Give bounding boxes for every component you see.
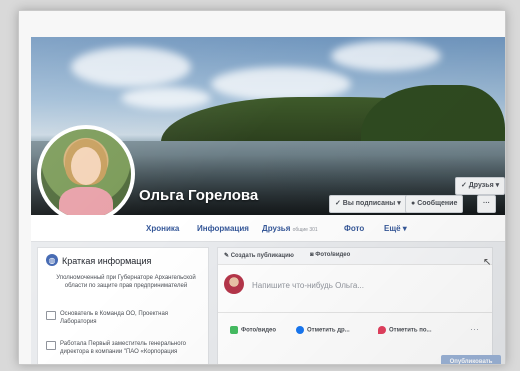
composer-divider [218,312,492,313]
intro-card: ◍ Краткая информация Уполномоченный при … [37,247,209,364]
intro-work-line: Основатель в Команда ОО, Проектная [60,311,169,317]
intro-bio: Уполномоченный при Губернаторе Архангель… [46,274,206,290]
composer-header: ✎ Создать публикацию ◙ Фото/видео [218,248,492,265]
cloud [331,41,441,71]
create-post-label: Создать публикацию [230,253,294,259]
intro-work-line: директора в компании "ПАО «Корпорация [60,349,178,355]
tab-photos[interactable]: Фото [344,224,364,233]
message-icon: ● [411,200,416,207]
profile-tabs: Хроника Информация Друзья общие 301 Фото… [31,215,505,242]
photo-frame: Ольга Горелова ✓ Друзья ▾ ✓ Вы подписаны… [18,10,506,365]
pencil-icon: ✎ [224,253,230,259]
add-photo-video-button[interactable]: Фото/видео [230,326,276,334]
composer-more-icon[interactable]: ··· [470,324,479,334]
tag-friends-icon [296,326,304,334]
globe-icon: ◍ [46,254,58,266]
intro-bio-line: области по защите прав предпринимателей [64,283,188,289]
profile-picture[interactable] [37,125,135,223]
post-composer: ✎ Создать публикацию ◙ Фото/видео Напиши… [217,247,493,364]
briefcase-icon [46,311,56,320]
intro-work-1[interactable]: Основатель в Команда ОО, Проектная Лабор… [60,310,205,326]
more-options-button[interactable]: ··· [477,195,496,213]
intro-work-line: Лаборатория [60,319,97,325]
intro-title: Краткая информация [62,256,152,266]
photo-video-tab[interactable]: ◙ Фото/видео [310,252,350,258]
intro-work-2[interactable]: Работала Первый заместитель генерального… [60,340,205,356]
post-input[interactable]: Напишите что-нибудь Ольга... [252,281,364,290]
tab-friends-label: Друзья [262,224,291,233]
briefcase-icon [46,341,56,350]
tab-friends[interactable]: Друзья общие 301 [262,224,318,233]
create-post-tab[interactable]: ✎ Создать публикацию [224,252,294,259]
tab-about[interactable]: Информация [197,224,249,233]
cloud [121,87,211,109]
tag-friends-label: Отметить др... [307,327,350,334]
add-photo-video-label: Фото/видео [241,327,277,334]
photo-icon [230,326,238,334]
check-in-label: Отметить по... [389,327,432,334]
face [71,147,101,185]
check-in-button[interactable]: Отметить по... [378,326,432,334]
profile-name[interactable]: Ольга Горелова [139,187,258,204]
cloud [211,67,351,101]
tab-timeline[interactable]: Хроника [146,224,179,233]
message-button[interactable]: ● Сообщение [405,195,464,213]
mutual-friends-count: общие 301 [292,227,318,233]
facebook-profile-screen: Ольга Горелова ✓ Друзья ▾ ✓ Вы подписаны… [31,37,505,364]
camera-icon: ◙ [310,252,314,258]
location-pin-icon [378,326,386,334]
publish-button[interactable]: Опубликовать [441,355,501,364]
composer-avatar [224,274,244,294]
treeline [361,85,505,147]
message-label: Сообщение [417,200,458,207]
intro-bio-line: Уполномоченный при Губернаторе Архангель… [56,275,196,281]
friends-button[interactable]: ✓ Друзья ▾ [455,177,505,195]
following-button[interactable]: ✓ Вы подписаны ▾ [329,195,407,213]
photo-video-tab-label: Фото/видео [315,252,351,258]
cloud [71,47,191,87]
tab-more[interactable]: Ещё ▾ [384,224,407,233]
intro-work-line: Работала Первый заместитель генерального [60,341,186,347]
mouse-cursor-icon: ↖ [483,257,492,268]
tag-friends-button[interactable]: Отметить др... [296,326,350,334]
